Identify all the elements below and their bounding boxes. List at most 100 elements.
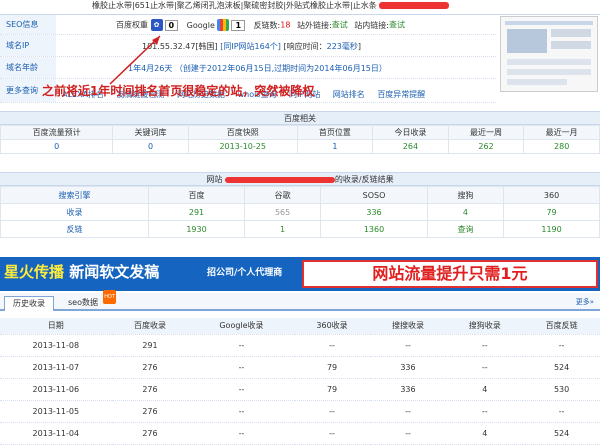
ad-banner[interactable]: 星火传播 新闻软文发稿 招公司/个人代理商 网站流量提升只需1元 (0, 257, 600, 291)
index-cell[interactable]: 4 (426, 203, 505, 221)
history-header: 搜搜收录 (369, 318, 447, 335)
index-section-title: 网站 的收录/反链结果 (0, 172, 600, 186)
index-row-label: 反链 (0, 220, 150, 238)
history-cell: 524 (523, 356, 600, 379)
history-cell: -- (188, 378, 295, 401)
redacted-domain (224, 176, 335, 183)
index-cell[interactable]: 1190 (503, 220, 600, 238)
history-header: 百度收录 (111, 318, 189, 335)
history-header: Google收录 (188, 318, 295, 335)
history-date: 2013-11-05 (0, 400, 112, 423)
history-cell: -- (523, 400, 600, 423)
history-header: 日期 (0, 318, 112, 335)
banner-brand: 星火传播 (4, 263, 65, 281)
history-date: 2013-11-07 (0, 356, 112, 379)
index-cell[interactable]: 1 (243, 220, 322, 238)
baidu-header-snapshot: 百度快照 (187, 125, 298, 140)
index-header-360: 360 (503, 186, 600, 204)
baidu-keywords-value[interactable]: 0 (112, 139, 189, 154)
history-row: 2013-11-08 291 -- -- -- -- -- (0, 334, 600, 357)
history-cell: 276 (111, 378, 189, 401)
baidu-section-title: 百度相关 (0, 111, 600, 125)
banner-right-text: 网站流量提升只需1元 (302, 260, 598, 288)
index-cell[interactable]: 291 (148, 203, 245, 221)
baidu-header-today: 今日收录 (372, 125, 449, 140)
history-cell: -- (294, 334, 370, 357)
index-cell[interactable]: 565 (243, 203, 322, 221)
history-cell: 4 (446, 378, 524, 401)
history-cell: 336 (369, 378, 447, 401)
history-cell: -- (188, 422, 295, 445)
history-date: 2013-11-04 (0, 422, 112, 445)
tab-seo-data[interactable]: seo数据 HOT (60, 290, 116, 311)
banner-left-text: 星火传播 新闻软文发稿 (4, 261, 159, 282)
history-date: 2013-11-06 (0, 378, 112, 401)
history-cell: 79 (294, 356, 370, 379)
history-header: 百度反链 (523, 318, 600, 335)
tab-history[interactable]: 历史收录 (4, 296, 54, 311)
history-date: 2013-11-08 (0, 334, 112, 357)
history-tabs: 历史收录 seo数据 HOT 更多» (0, 290, 600, 311)
history-cell: -- (188, 400, 295, 423)
history-cell: 336 (369, 356, 447, 379)
banner-slogan: 新闻软文发稿 (69, 263, 160, 281)
history-header: 360收录 (294, 318, 370, 335)
index-cell[interactable]: 336 (320, 203, 428, 221)
baidu-snapshot-value: 2013-10-25 (187, 139, 298, 154)
index-title-suffix: 的收录/反链结果 (334, 175, 394, 184)
history-cell: -- (369, 400, 447, 423)
index-header-baidu: 百度 (148, 186, 245, 204)
index-header-engine: 搜索引擎 (0, 186, 150, 204)
baidu-month-value[interactable]: 280 (523, 139, 600, 154)
index-header-sogou: 搜狗 (426, 186, 505, 204)
baidu-week-value[interactable]: 262 (447, 139, 525, 154)
index-title-prefix: 网站 (206, 175, 223, 184)
more-link[interactable]: 更多» (576, 297, 594, 307)
history-cell: 4 (446, 422, 524, 445)
index-cell[interactable]: 查询 (426, 220, 505, 238)
history-cell: -- (369, 422, 447, 445)
history-row: 2013-11-04 276 -- -- -- 4 524 (0, 422, 600, 445)
history-cell: -- (188, 334, 295, 357)
baidu-header-month: 最近一月 (523, 125, 600, 140)
index-table: 搜索引擎 百度 谷歌 SOSO 搜狗 360 收录 291 565 336 4 … (0, 186, 600, 238)
history-cell: -- (446, 356, 524, 379)
history-cell: 524 (523, 422, 600, 445)
history-row: 2013-11-06 276 -- 79 336 4 530 (0, 378, 600, 401)
history-cell: -- (446, 400, 524, 423)
baidu-header-traffic: 百度流量预计 (0, 125, 114, 140)
history-cell: 79 (294, 378, 370, 401)
baidu-header-home-position: 首页位置 (296, 125, 374, 140)
history-cell: -- (294, 422, 370, 445)
baidu-today-value[interactable]: 264 (372, 139, 449, 154)
baidu-header-week: 最近一周 (447, 125, 525, 140)
history-cell: 276 (111, 422, 189, 445)
index-header-soso: SOSO (320, 186, 428, 204)
baidu-table: 百度流量预计 关键词库 百度快照 首页位置 今日收录 最近一周 最近一月 0 0… (0, 125, 600, 154)
history-cell: -- (294, 400, 370, 423)
index-cell[interactable]: 1930 (148, 220, 245, 238)
history-cell: -- (446, 334, 524, 357)
index-cell[interactable]: 79 (503, 203, 600, 221)
history-table: 日期 百度收录 Google收录 360收录 搜搜收录 搜狗收录 百度反链 2013-11-… (0, 318, 600, 445)
history-cell: 291 (111, 334, 189, 357)
history-cell: -- (523, 334, 600, 357)
index-header-google: 谷歌 (243, 186, 322, 204)
history-row: 2013-11-07 276 -- 79 336 -- 524 (0, 356, 600, 379)
baidu-header-keywords: 关键词库 (112, 125, 189, 140)
history-cell: 530 (523, 378, 600, 401)
tab-seo-label: seo数据 (68, 298, 98, 307)
baidu-traffic-value: 0 (0, 139, 114, 154)
hot-badge: HOT (103, 290, 116, 304)
banner-mid-text: 招公司/个人代理商 (207, 268, 283, 278)
baidu-home-position-value: 1 (296, 139, 374, 154)
history-row: 2013-11-05 276 -- -- -- -- -- (0, 400, 600, 423)
history-cell: -- (369, 334, 447, 357)
history-cell: 276 (111, 400, 189, 423)
index-cell[interactable]: 1360 (320, 220, 428, 238)
history-cell: 276 (111, 356, 189, 379)
annotation-text: 之前将近1年时间排名首页很稳定的站，突然被降权 (42, 84, 315, 98)
history-cell: -- (188, 356, 295, 379)
history-header: 搜狗收录 (446, 318, 524, 335)
index-row-label: 收录 (0, 203, 150, 221)
